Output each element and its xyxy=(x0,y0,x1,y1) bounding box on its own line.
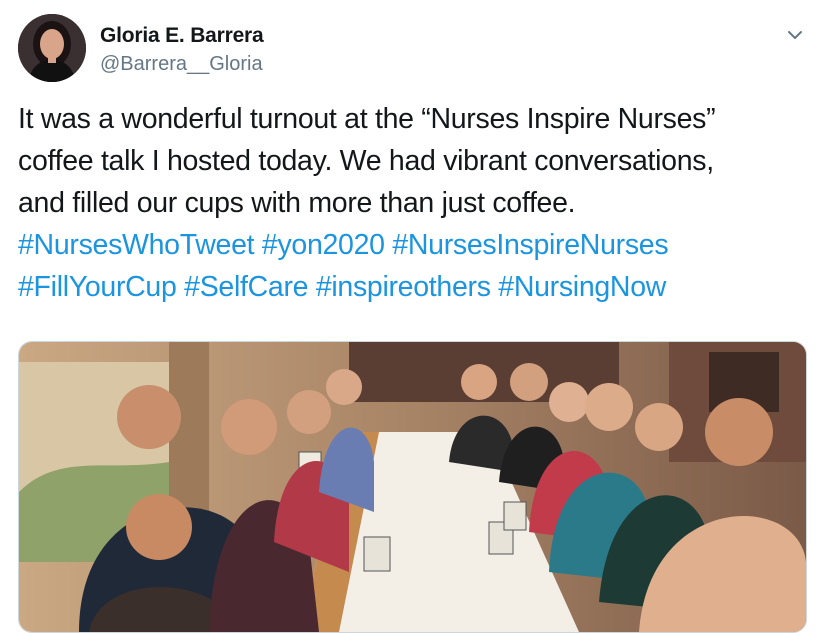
hashtag-link[interactable]: #yon2020 xyxy=(262,229,385,261)
hashtag-link[interactable]: #NursesWhoTweet xyxy=(18,229,255,261)
tweet-line: It was a wonderful turnout at the “Nurse… xyxy=(18,103,716,135)
chevron-down-icon[interactable] xyxy=(784,24,806,46)
group-photo-illustration xyxy=(19,342,806,632)
author-handle[interactable]: @Barrera__Gloria xyxy=(100,53,263,76)
hashtag-row: #FillYourCup #SelfCare #inspireothers #N… xyxy=(18,266,818,308)
tweet-text: It was a wonderful turnout at the “Nurse… xyxy=(18,98,818,308)
hashtag-link[interactable]: #SelfCare xyxy=(184,271,308,303)
avatar[interactable] xyxy=(18,14,86,82)
tweet-photo[interactable] xyxy=(18,341,807,633)
tweet-line: coffee talk I hosted today. We had vibra… xyxy=(18,145,714,177)
tweet-line: and filled our cups with more than just … xyxy=(18,187,576,219)
hashtag-link[interactable]: #FillYourCup xyxy=(18,271,177,303)
hashtag-link[interactable]: #inspireothers xyxy=(316,271,491,303)
hashtag-row: #NursesWhoTweet #yon2020 #NursesInspireN… xyxy=(18,224,818,266)
author-name[interactable]: Gloria E. Barrera xyxy=(100,24,264,48)
hashtag-link[interactable]: #NursingNow xyxy=(498,271,666,303)
avatar-photo xyxy=(18,14,86,82)
hashtag-link[interactable]: #NursesInspireNurses xyxy=(392,229,668,261)
